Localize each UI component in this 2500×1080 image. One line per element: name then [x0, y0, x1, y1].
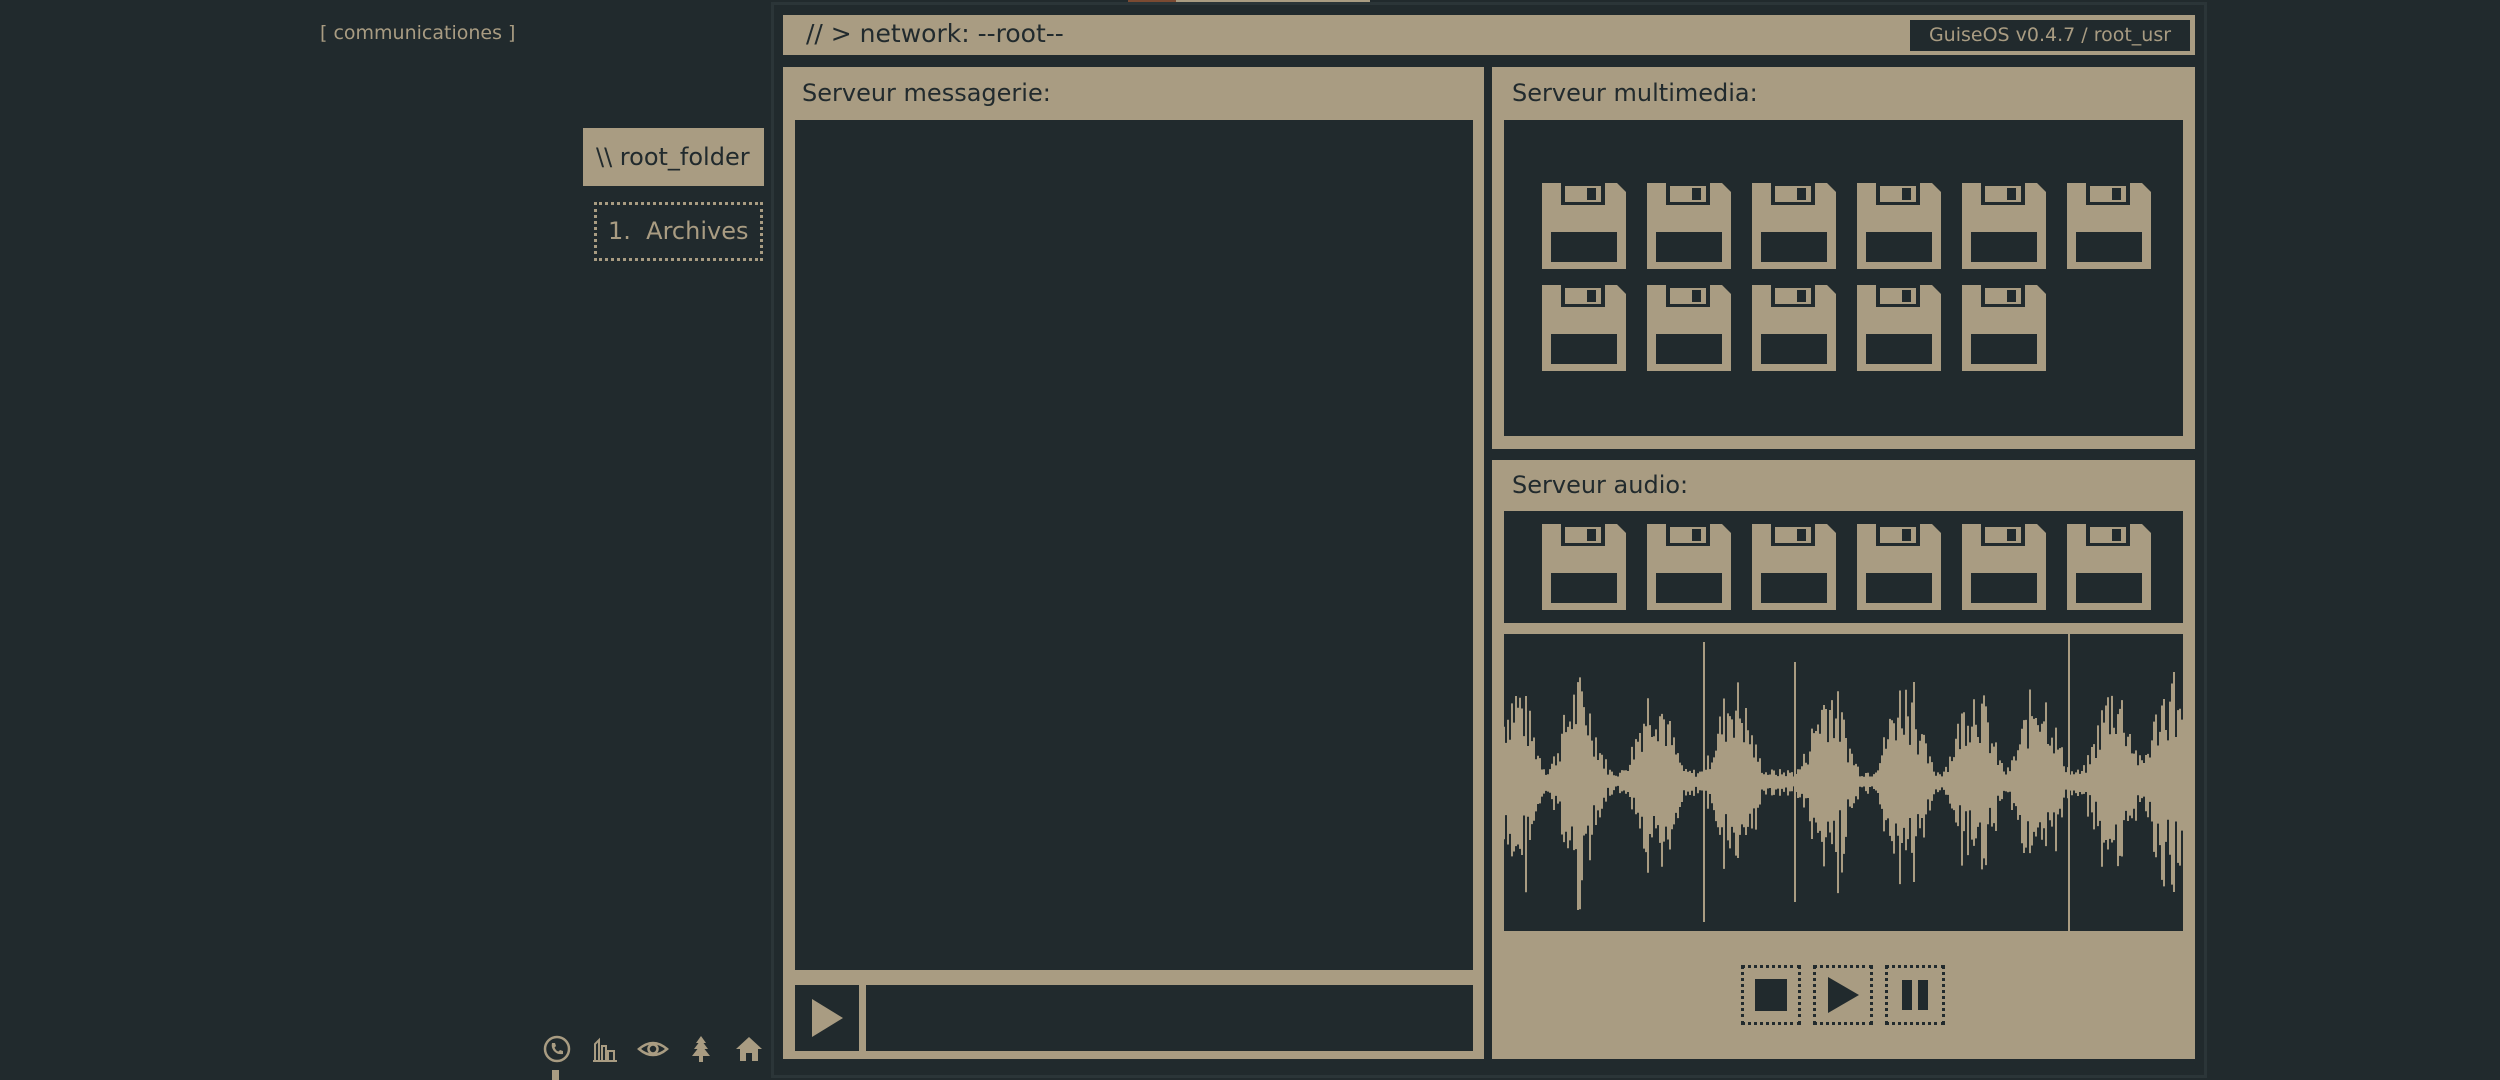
audio-file-icon[interactable] — [2064, 521, 2154, 613]
audio-file-icon[interactable] — [1644, 521, 1734, 613]
tree-icon[interactable] — [682, 1030, 720, 1068]
message-input[interactable] — [866, 985, 1473, 1051]
audio-file-icon[interactable] — [1959, 521, 2049, 613]
dock-active-indicator — [552, 1070, 559, 1080]
audio-panel-title: Serveur audio: — [1512, 471, 1689, 499]
audio-file-icon[interactable] — [1854, 521, 1944, 613]
home-icon[interactable] — [730, 1030, 768, 1068]
play-icon — [812, 999, 843, 1037]
pause-icon — [1902, 980, 1928, 1010]
stop-button[interactable] — [1741, 965, 1801, 1025]
eye-icon[interactable] — [634, 1030, 672, 1068]
audio-waveform — [1503, 622, 2183, 942]
multimedia-file-icon[interactable] — [1644, 282, 1734, 374]
multimedia-file-icon[interactable] — [1959, 282, 2049, 374]
multimedia-file-icon[interactable] — [2064, 180, 2154, 272]
multimedia-file-icon[interactable] — [1539, 180, 1629, 272]
multimedia-panel-title: Serveur multimedia: — [1512, 79, 1758, 107]
version-badge: GuiseOS v0.4.7 / root_usr — [1910, 20, 2190, 51]
audio-file-grid — [1539, 521, 2154, 613]
multimedia-file-icon[interactable] — [1749, 282, 1839, 374]
multimedia-file-area — [1504, 120, 2183, 436]
play-icon — [1828, 977, 1859, 1013]
city-icon[interactable] — [586, 1030, 624, 1068]
multimedia-file-icon[interactable] — [1854, 282, 1944, 374]
pause-button[interactable] — [1885, 965, 1945, 1025]
stop-icon — [1755, 979, 1787, 1011]
message-log — [795, 120, 1473, 970]
multimedia-file-icon[interactable] — [1959, 180, 2049, 272]
audio-controls — [1741, 965, 1945, 1025]
audio-file-icon[interactable] — [1539, 521, 1629, 613]
window-title: // > network: --root-- — [806, 19, 1064, 48]
multimedia-file-icon[interactable] — [1854, 180, 1944, 272]
dock — [538, 1029, 768, 1069]
multimedia-file-grid — [1539, 180, 2154, 374]
play-button[interactable] — [1813, 965, 1873, 1025]
send-button[interactable] — [795, 985, 859, 1051]
archives-item[interactable]: 1. Archives — [594, 202, 763, 261]
audio-file-area — [1504, 511, 2183, 623]
multimedia-file-icon[interactable] — [1644, 180, 1734, 272]
audio-file-icon[interactable] — [1749, 521, 1839, 613]
multimedia-file-icon[interactable] — [1749, 180, 1839, 272]
multimedia-file-icon[interactable] — [1539, 282, 1629, 374]
phone-icon[interactable] — [538, 1030, 576, 1068]
messaging-panel-title: Serveur messagerie: — [802, 79, 1051, 107]
waveform-display — [1503, 622, 2183, 942]
root-folder-tab[interactable]: \\ root_folder — [583, 128, 764, 186]
section-label: [ communicationes ] — [320, 22, 516, 44]
